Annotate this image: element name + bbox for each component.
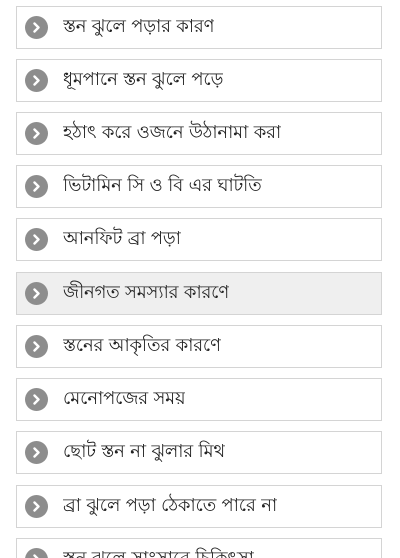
list-item-label: মেনোপজের সময়: [63, 388, 186, 409]
list-item[interactable]: ভিটামিন সি ও বি এর ঘাটতি: [16, 165, 382, 208]
list-item-label: স্তনের আকৃতির কারণে: [63, 335, 221, 356]
list-item[interactable]: স্তন ঝুলে পড়ার কারণ: [16, 6, 382, 49]
list-item[interactable]: আনফিট ব্রা পড়া: [16, 218, 382, 261]
chevron-right-icon: [25, 388, 48, 411]
list-item[interactable]: জীনগত সমস্যার কারণে: [16, 272, 382, 315]
list-item[interactable]: হঠাৎ করে ওজনে উঠানামা করা: [16, 112, 382, 155]
list-item[interactable]: ধূমপানে স্তন ঝুলে পড়ে: [16, 59, 382, 102]
chevron-right-icon: [25, 122, 48, 145]
list-item-label: স্তন ঝুলে পড়ার কারণ: [63, 16, 215, 37]
list-item-label: জীনগত সমস্যার কারণে: [63, 282, 230, 303]
list-item-label: স্তন ঝুলে সাংসারে চিকিৎসা: [63, 544, 254, 558]
chevron-right-icon: [25, 441, 48, 464]
chevron-right-icon: [25, 335, 48, 358]
chevron-right-icon: [25, 16, 48, 39]
chevron-right-icon: [25, 69, 48, 92]
list-item[interactable]: স্তন ঝুলে সাংসারে চিকিৎসা: [16, 538, 382, 558]
list-item[interactable]: মেনোপজের সময়: [16, 378, 382, 421]
list-item-label: ধূমপানে স্তন ঝুলে পড়ে: [63, 69, 224, 90]
topic-list: স্তন ঝুলে পড়ার কারণ ধূমপানে স্তন ঝুলে প…: [0, 0, 400, 558]
list-item[interactable]: ছোট স্তন না ঝুলার মিথ: [16, 431, 382, 474]
chevron-right-icon: [25, 228, 48, 251]
list-item-label: হঠাৎ করে ওজনে উঠানামা করা: [63, 122, 282, 143]
chevron-right-icon: [25, 175, 48, 198]
list-item[interactable]: স্তনের আকৃতির কারণে: [16, 325, 382, 368]
list-item-label: আনফিট ব্রা পড়া: [63, 228, 181, 249]
chevron-right-icon: [25, 548, 48, 558]
chevron-right-icon: [25, 495, 48, 518]
list-item-label: ভিটামিন সি ও বি এর ঘাটতি: [63, 175, 262, 196]
list-item[interactable]: ব্রা ঝুলে পড়া ঠেকাতে পারে না: [16, 485, 382, 528]
chevron-right-icon: [25, 282, 48, 305]
list-item-label: ছোট স্তন না ঝুলার মিথ: [63, 441, 225, 462]
list-item-label: ব্রা ঝুলে পড়া ঠেকাতে পারে না: [63, 495, 277, 516]
